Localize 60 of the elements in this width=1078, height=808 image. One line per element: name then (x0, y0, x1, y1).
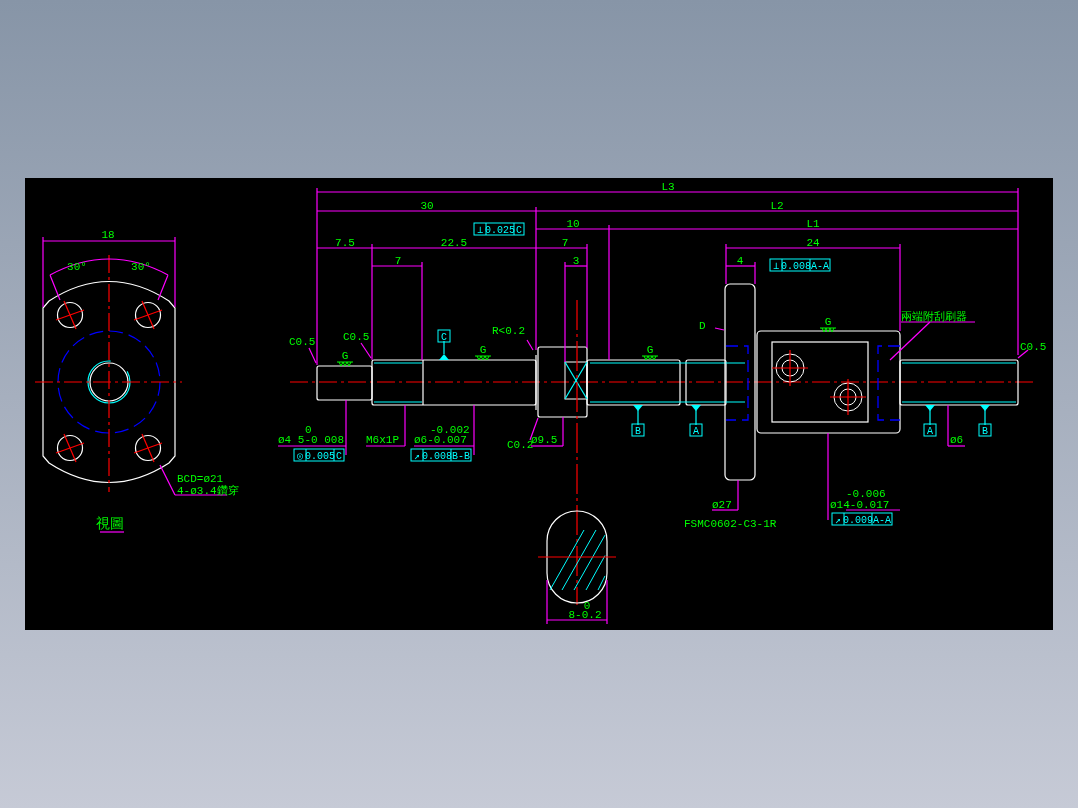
datum-label: A (693, 426, 699, 437)
datum-reference: A-A (811, 261, 829, 272)
annotation-text: 兩端附刮刷器 (901, 311, 967, 323)
dimension-label: 7 (394, 255, 402, 267)
dimension-label: C0.5 (289, 336, 316, 348)
dimension-label: -0.006 (846, 488, 886, 500)
dimension-label: 0 (583, 600, 591, 612)
dimension-label: ø14-0.017 (830, 499, 890, 511)
dimension-label: C0.5 (343, 331, 370, 343)
dimension-label: 10 (566, 218, 580, 230)
dimension-label: M6x1P (366, 434, 399, 446)
dimension-label: ø6 (950, 434, 964, 446)
datum-reference: C (516, 225, 522, 236)
dimension-label: R<0.2 (492, 325, 525, 337)
datum-reference: A-A (873, 515, 891, 526)
roughness-label: G (646, 344, 654, 356)
datum-label: B (982, 426, 988, 437)
dimension-label: 24 (806, 237, 820, 249)
roughness-label: G (824, 316, 832, 328)
roughness-label: G (479, 344, 487, 356)
datum-label: C (441, 332, 447, 343)
tolerance-symbol: ◎ (297, 451, 303, 462)
dimension-label: 18 (101, 229, 115, 241)
dimension-label: BCD=ø21 (177, 473, 224, 485)
dimension-label: 3 (572, 255, 580, 267)
dimension-label: 30° (67, 261, 87, 273)
dimension-label: L3 (661, 181, 675, 193)
roughness-label: G (341, 350, 349, 362)
dimension-label: L2 (770, 200, 784, 212)
tolerance-symbol: ⊥ (773, 261, 779, 272)
dimension-label: D (699, 320, 706, 332)
tolerance-value: 0.008 (781, 261, 811, 272)
dimension-label: 8-0.2 (568, 609, 602, 621)
tolerance-value: 0.008 (422, 451, 452, 462)
tolerance-value: 0.009 (843, 515, 873, 526)
dimension-label: 7 (561, 237, 569, 249)
dimension-label: 4-ø3.4鑽穿 (177, 485, 239, 497)
dimension-label: 7.5 (335, 237, 355, 249)
dimension-label: 22.5 (440, 237, 468, 249)
tolerance-symbol: ↗ (835, 515, 841, 526)
dimension-label: 30° (131, 261, 151, 273)
dimension-label: ø27 (712, 499, 732, 511)
dimension-label: 4 (736, 255, 744, 267)
tolerance-value: 0.025 (485, 225, 515, 236)
dimension-label: ø6-0.007 (414, 434, 467, 446)
view-title: 視圖 (96, 516, 124, 532)
dimension-label: C0.5 (1020, 341, 1047, 353)
tolerance-symbol: ↗ (414, 451, 420, 462)
datum-reference: B-B (452, 451, 470, 462)
dimension-label: ø4 5-0 008 (278, 434, 344, 446)
tolerance-symbol: ⊥ (477, 225, 483, 236)
dimension-label: 0 (305, 424, 312, 436)
tolerance-value: 0.005 (305, 451, 335, 462)
datum-label: B (635, 426, 641, 437)
datum-reference: C (336, 451, 342, 462)
dimension-label: L1 (806, 218, 820, 230)
dimension-label: 30 (420, 200, 434, 212)
datum-label: A (927, 426, 933, 437)
dimension-label: -0.002 (430, 424, 470, 436)
dimension-label: FSMC0602-C3-1R (684, 518, 777, 530)
